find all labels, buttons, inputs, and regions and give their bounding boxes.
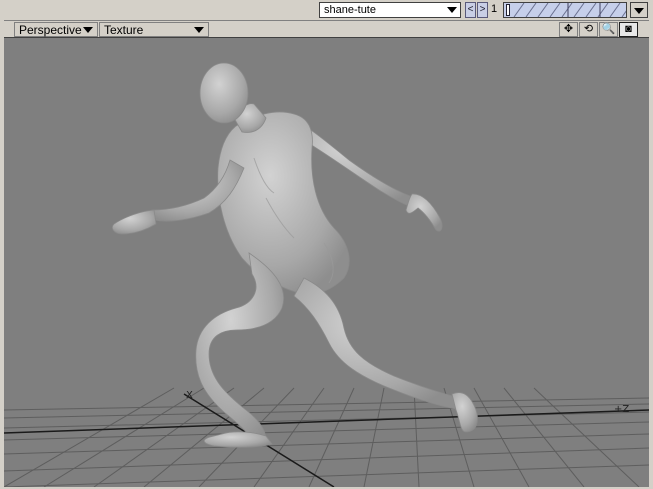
scene-menu-button[interactable] (630, 2, 648, 18)
prev-frame-button[interactable]: < (465, 2, 476, 18)
maximize-view-icon[interactable]: ◙ (619, 22, 638, 37)
z-axis-label: +Z (614, 404, 629, 415)
ground-grid (4, 387, 649, 487)
view-mode-dropdown[interactable]: Perspective (14, 22, 98, 37)
timeline-cursor[interactable] (506, 4, 510, 16)
scene-name: shane-tute (324, 4, 376, 16)
render-mode-dropdown[interactable]: Texture (99, 22, 209, 37)
top-toolbar: shane-tute < > 1 (0, 0, 653, 20)
viewport-header: Perspective Texture ✥ ⟲ 🔍 ◙ (4, 20, 649, 38)
move-view-icon[interactable]: ✥ (559, 22, 578, 37)
rotate-view-icon[interactable]: ⟲ (579, 22, 598, 37)
viewport-canvas: X +Z (4, 62, 649, 487)
view-mode-label: Perspective (19, 23, 82, 37)
next-frame-button[interactable]: > (477, 2, 488, 18)
chevron-down-icon (447, 7, 457, 13)
perspective-viewport[interactable]: X +Z (4, 38, 649, 487)
timeline-slider[interactable] (503, 2, 627, 18)
scene-select[interactable]: shane-tute (319, 2, 461, 18)
frame-right (649, 20, 653, 489)
current-frame: 1 (491, 3, 498, 15)
timeline-ticks (513, 3, 626, 17)
human-figure (112, 62, 478, 448)
render-mode-label: Texture (104, 23, 144, 37)
chevron-down-icon (194, 27, 204, 33)
chevron-down-icon (83, 27, 93, 33)
zoom-view-icon[interactable]: 🔍 (599, 22, 618, 37)
x-axis-label: X (186, 390, 193, 401)
